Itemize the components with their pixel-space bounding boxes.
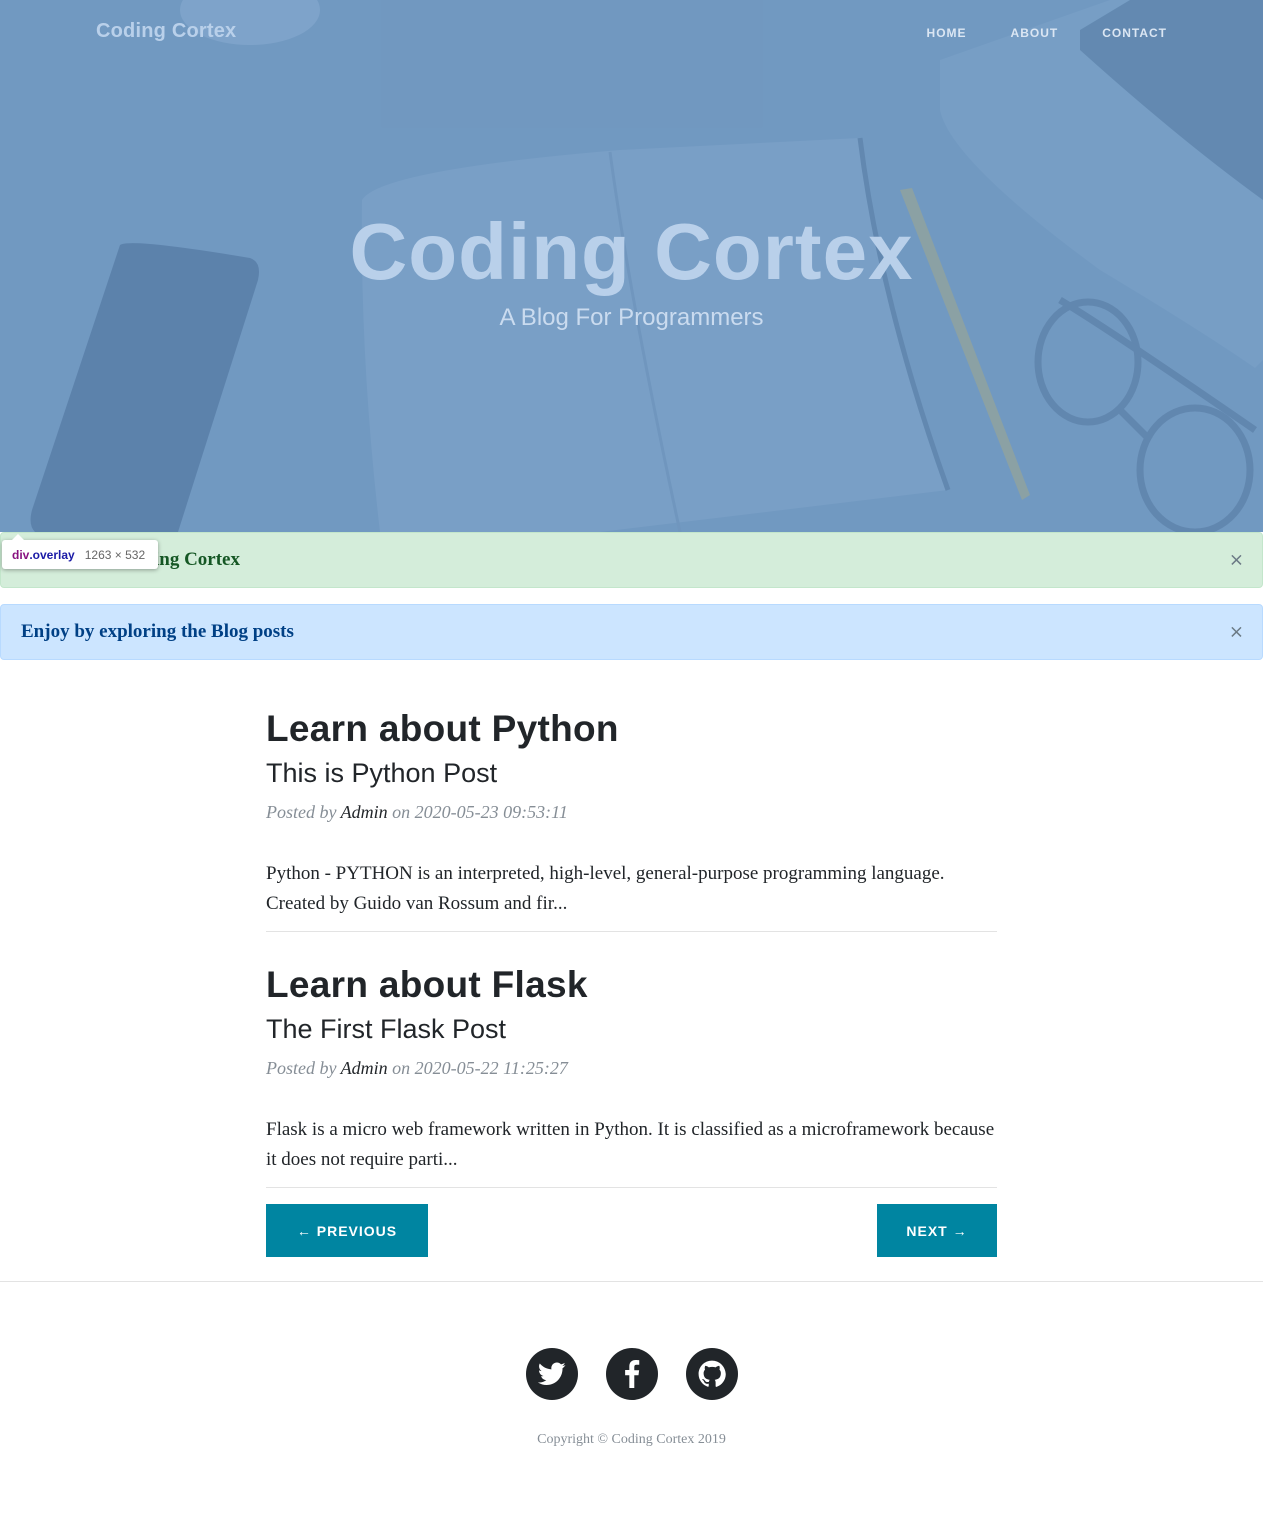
- facebook-link[interactable]: [605, 1348, 658, 1400]
- site-title: Coding Cortex: [349, 207, 914, 296]
- post-title[interactable]: Learn about Python: [266, 706, 997, 752]
- twitter-link[interactable]: [525, 1348, 578, 1400]
- github-icon: [698, 1360, 726, 1387]
- post-subtitle[interactable]: The First Flask Post: [266, 1012, 997, 1046]
- posts-container: Learn about Python This is Python Post P…: [266, 706, 997, 1257]
- inspect-tooltip-size: 1263 × 532: [84, 547, 146, 562]
- copyright-text: Copyright © Coding Cortex 2019: [537, 1432, 726, 1447]
- close-icon[interactable]: ×: [1229, 622, 1244, 643]
- main-nav: HOME ABOUT CONTACT: [883, 26, 1167, 40]
- facebook-icon: [624, 1360, 639, 1388]
- next-button[interactable]: NEXT →: [877, 1204, 997, 1257]
- post-title[interactable]: Learn about Flask: [266, 962, 997, 1008]
- social-links: [0, 1348, 1263, 1400]
- footer-divider: [0, 1281, 1263, 1282]
- site-subtitle: A Blog For Programmers: [499, 304, 764, 331]
- pager: ← PREVIOUS NEXT →: [266, 1204, 997, 1257]
- previous-button[interactable]: ← PREVIOUS: [266, 1204, 428, 1257]
- post-date: 2020-05-23 09:53:11: [414, 802, 568, 822]
- github-link[interactable]: [685, 1348, 738, 1400]
- post-meta: Posted by Admin on 2020-05-23 09:53:11: [266, 802, 568, 822]
- post-excerpt: Python - PYTHON is an interpreted, high-…: [266, 863, 945, 914]
- post-date: 2020-05-22 11:25:27: [414, 1058, 568, 1078]
- nav-link-about[interactable]: ABOUT: [1011, 26, 1059, 40]
- nav-link-home[interactable]: HOME: [927, 26, 967, 40]
- nav-link-contact[interactable]: CONTACT: [1102, 26, 1167, 40]
- inspect-tooltip-selector: div.overlay: [12, 547, 75, 562]
- post-excerpt: Flask is a micro web framework written i…: [266, 1119, 995, 1170]
- twitter-icon: [537, 1362, 566, 1385]
- alert-welcome: Welcome to Coding Cortex ×: [0, 532, 1263, 588]
- post-preview: Learn about Python This is Python Post P…: [266, 706, 997, 932]
- navbar-brand[interactable]: Coding Cortex: [96, 20, 236, 43]
- post-preview: Learn about Flask The First Flask Post P…: [266, 962, 997, 1188]
- post-link[interactable]: Learn about Flask The First Flask Post: [266, 962, 997, 1046]
- post-author-link[interactable]: Admin: [341, 802, 388, 822]
- alert-explore-text: Enjoy by exploring the Blog posts: [21, 621, 294, 642]
- alert-explore: Enjoy by exploring the Blog posts ×: [0, 604, 1263, 660]
- post-author-link[interactable]: Admin: [341, 1058, 388, 1078]
- post-subtitle[interactable]: This is Python Post: [266, 756, 997, 790]
- post-meta: Posted by Admin on 2020-05-22 11:25:27: [266, 1058, 568, 1078]
- site-heading: Coding Cortex A Blog For Programmers: [0, 206, 1263, 332]
- devtools-inspect-tooltip: div.overlay 1263 × 532: [2, 534, 158, 569]
- close-icon[interactable]: ×: [1229, 550, 1244, 571]
- masthead: Coding Cortex HOME ABOUT CONTACT Coding …: [0, 0, 1263, 532]
- post-link[interactable]: Learn about Python This is Python Post: [266, 706, 997, 790]
